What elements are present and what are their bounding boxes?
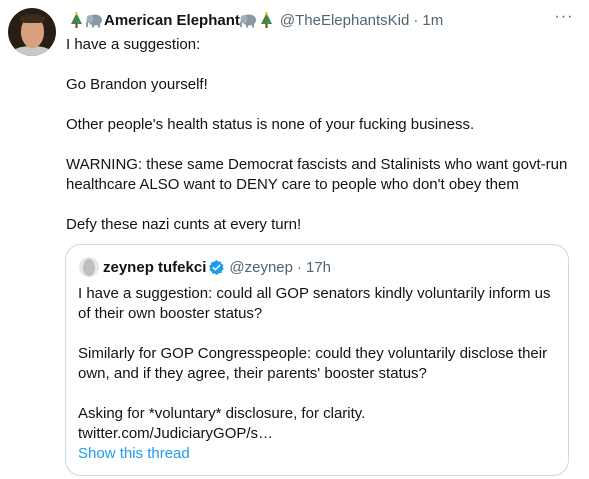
- quoted-tweet-line: of their own booster status?: [78, 305, 263, 322]
- quoted-tweet-line: Asking for *voluntary* disclosure, for c…: [78, 405, 366, 422]
- separator-dot: ·: [296, 258, 302, 276]
- tweet-line: Go Brandon yourself!: [66, 76, 208, 93]
- elephant-icon: [86, 12, 103, 29]
- quoted-tweet-header: zeynep tufekci @zeynep · 17h: [79, 257, 331, 277]
- elephant-icon: [239, 12, 257, 29]
- quoted-tweet-text: I have a suggestion: could all GOP senat…: [78, 284, 560, 464]
- separator-dot: ·: [413, 11, 419, 29]
- tweet-line: I have a suggestion:: [66, 36, 201, 53]
- author-handle[interactable]: @TheElephantsKid: [280, 12, 409, 29]
- tweet-header: American Elephant @TheElephantsKid · 1m: [68, 9, 443, 31]
- quoted-tweet-line: I have a suggestion: could all GOP senat…: [78, 285, 551, 302]
- tweet-text: I have a suggestion: Go Brandon yourself…: [66, 35, 578, 235]
- christmas-tree-icon: [68, 11, 85, 29]
- tweet-line: healthcare ALSO want to DENY care to peo…: [66, 176, 519, 193]
- quoted-author-avatar[interactable]: [79, 257, 99, 277]
- tweet-line: Defy these nazi cunts at every turn!: [66, 216, 302, 233]
- more-options-icon[interactable]: ···: [551, 8, 577, 26]
- tweet-timestamp[interactable]: 1m: [422, 12, 443, 29]
- tweet-line: WARNING: these same Democrat fascists an…: [66, 156, 568, 173]
- show-thread-link[interactable]: Show this thread: [78, 444, 560, 464]
- avatar-hair: [20, 14, 45, 23]
- quoted-tweet-link[interactable]: twitter.com/JudiciaryGOP/s…: [78, 424, 560, 444]
- author-avatar[interactable]: [8, 8, 56, 56]
- quoted-author-display-name[interactable]: zeynep tufekci: [103, 259, 206, 276]
- quoted-tweet-timestamp[interactable]: 17h: [306, 259, 331, 276]
- quoted-tweet-line: own, and if they agree, their parents' b…: [78, 365, 427, 382]
- christmas-tree-icon: [258, 11, 275, 29]
- verified-badge-icon: [208, 259, 225, 276]
- quoted-tweet-line: Similarly for GOP Congresspeople: could …: [78, 345, 548, 362]
- quoted-tweet-card[interactable]: zeynep tufekci @zeynep · 17h I have a su…: [65, 244, 569, 476]
- tweet-line: Other people's health status is none of …: [66, 116, 475, 133]
- quoted-author-handle[interactable]: @zeynep: [229, 259, 293, 276]
- author-display-name[interactable]: American Elephant: [104, 12, 240, 29]
